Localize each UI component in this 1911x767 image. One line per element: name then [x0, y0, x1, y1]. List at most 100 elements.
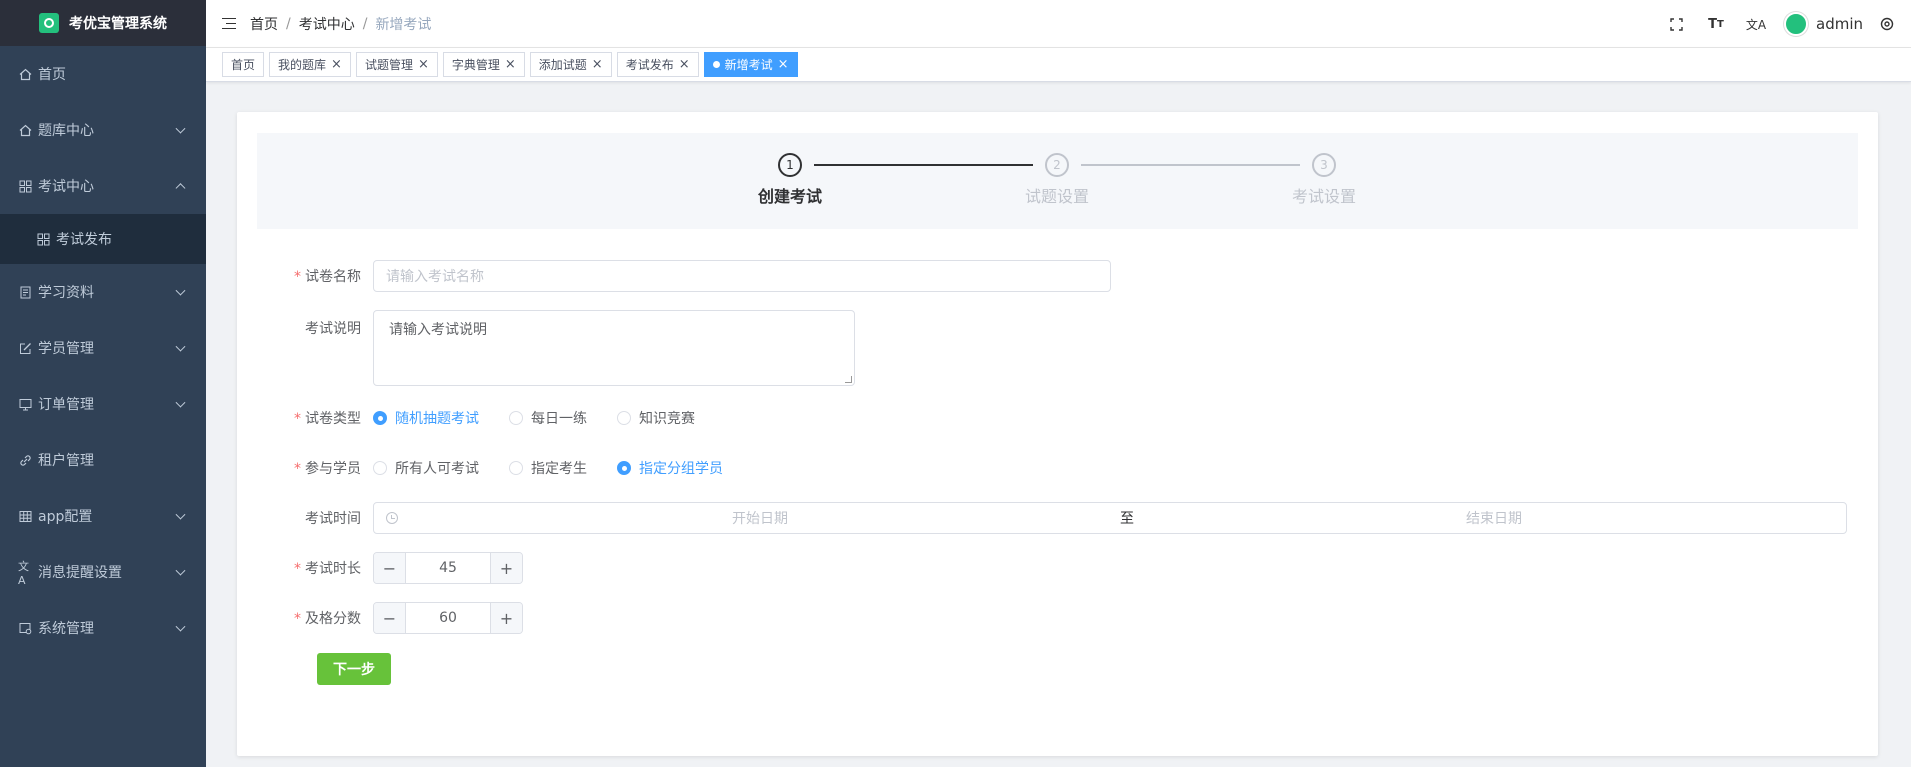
radio-random-exam[interactable]: 随机抽题考试: [373, 408, 479, 428]
close-icon[interactable]: ×: [418, 57, 429, 72]
sidebar-item-student-management[interactable]: 学员管理: [0, 320, 206, 376]
edit-icon: [18, 341, 32, 355]
close-icon[interactable]: ×: [679, 57, 690, 72]
home-icon: [18, 123, 32, 137]
sidebar-item-home[interactable]: 首页: [0, 46, 206, 102]
tag-label: 首页: [231, 58, 256, 72]
radio-label: 指定分组学员: [639, 461, 723, 477]
range-separator: 至: [1120, 511, 1134, 527]
start-date-input[interactable]: 开始日期: [408, 508, 1112, 528]
tag-home[interactable]: 首页: [222, 52, 265, 77]
tag-my-question-bank[interactable]: 我的题库 ×: [269, 52, 351, 77]
sidebar-item-label: 租户管理: [38, 453, 94, 469]
tag-label: 考试发布: [625, 58, 674, 72]
end-date-input[interactable]: 结束日期: [1142, 508, 1846, 528]
chevron-down-icon: [175, 565, 186, 576]
form-row-participants: * 参与学员 所有人可考试 指定考生 指定分组学员: [237, 452, 753, 484]
main-card: 1 创建考试 2 试题设置 3 考试设置 * 试卷名称 请输入考试名称 考试说明 …: [237, 112, 1878, 756]
radio-label: 知识竞赛: [639, 411, 695, 427]
close-icon[interactable]: ×: [592, 57, 603, 72]
sidebar-item-label: 学习资料: [38, 285, 94, 301]
fullscreen-icon[interactable]: [1656, 0, 1696, 48]
close-icon[interactable]: ×: [331, 57, 342, 72]
minus-icon[interactable]: −: [374, 553, 406, 583]
form-row-duration: * 考试时长 − 45 +: [237, 552, 523, 584]
chevron-down-icon: [175, 397, 186, 408]
duration-value[interactable]: 45: [406, 553, 490, 583]
plus-icon[interactable]: +: [490, 603, 522, 633]
breadcrumb-current: 新增考试: [375, 16, 432, 33]
step-create-exam: 1 创建考试: [730, 153, 850, 207]
paper-name-input[interactable]: 请输入考试名称: [373, 260, 1111, 292]
step-exam-settings: 3 考试设置: [1264, 153, 1384, 207]
step-title: 考试设置: [1291, 187, 1356, 206]
username[interactable]: admin: [1816, 15, 1863, 33]
font-size-icon[interactable]: TT: [1696, 0, 1736, 48]
exam-time-range-picker[interactable]: 开始日期 至 结束日期: [373, 502, 1847, 534]
app-logo[interactable]: 考优宝管理系统: [0, 0, 206, 46]
resize-handle-icon[interactable]: [845, 376, 852, 383]
step-line: [1081, 164, 1300, 166]
exam-desc-textarea[interactable]: 请输入考试说明: [373, 310, 855, 386]
sidebar-item-question-bank[interactable]: 题库中心: [0, 102, 206, 158]
breadcrumb-exam-center[interactable]: 考试中心: [299, 14, 355, 34]
sidebar-item-app-config[interactable]: app配置: [0, 488, 206, 544]
form-row-actions: 下一步: [317, 653, 391, 685]
sidebar-item-system-management[interactable]: 系统管理: [0, 600, 206, 656]
tag-question-management[interactable]: 试题管理 ×: [355, 52, 438, 77]
minus-icon[interactable]: −: [374, 603, 406, 633]
translate-icon: 文A: [18, 559, 29, 587]
sidebar-item-tenant-management[interactable]: 租户管理: [0, 432, 206, 488]
chevron-down-icon: [175, 285, 186, 296]
settings-icon[interactable]: [1875, 0, 1899, 48]
sidebar-item-label: 首页: [38, 67, 66, 83]
step-title: 创建考试: [757, 187, 822, 206]
chevron-down-icon: [175, 509, 186, 520]
sidebar-item-label: 系统管理: [38, 621, 94, 637]
tag-exam-publish[interactable]: 考试发布 ×: [616, 52, 699, 77]
breadcrumb: 首页 / 考试中心 / 新增考试: [250, 14, 432, 34]
step-question-settings: 2 试题设置: [997, 153, 1117, 207]
step-number: 1: [778, 153, 802, 177]
chevron-up-icon: [175, 183, 186, 194]
radio-everyone[interactable]: 所有人可考试: [373, 458, 479, 478]
close-icon[interactable]: ×: [505, 57, 516, 72]
sidebar-toggle-icon[interactable]: [222, 17, 236, 30]
next-step-button[interactable]: 下一步: [317, 653, 391, 685]
tag-label: 新增考试: [724, 58, 773, 72]
sidebar-item-exam-publish[interactable]: 考试发布: [0, 214, 206, 264]
pass-score-value[interactable]: 60: [406, 603, 490, 633]
sidebar-item-label: 题库中心: [38, 123, 94, 139]
tag-dictionary-management[interactable]: 字典管理 ×: [442, 52, 525, 77]
sidebar-item-message-settings[interactable]: 文A 消息提醒设置: [0, 544, 206, 600]
step-number: 3: [1312, 153, 1336, 177]
radio-label: 所有人可考试: [395, 461, 479, 477]
sidebar-item-order-management[interactable]: 订单管理: [0, 376, 206, 432]
sidebar-item-study-materials[interactable]: 学习资料: [0, 264, 206, 320]
exam-time-label: 考试时间: [305, 511, 361, 527]
pass-score-label: 及格分数: [305, 611, 361, 627]
radio-knowledge-contest[interactable]: 知识竞赛: [617, 408, 695, 428]
home-icon: [18, 67, 32, 81]
chevron-down-icon: [175, 123, 186, 134]
translate-icon[interactable]: 文A: [1736, 0, 1776, 48]
close-icon[interactable]: ×: [778, 57, 789, 72]
sidebar-item-label: app配置: [38, 509, 93, 525]
tag-new-exam[interactable]: 新增考试 ×: [703, 52, 798, 77]
form-row-exam-desc: 考试说明 请输入考试说明: [237, 310, 855, 386]
plus-icon[interactable]: +: [490, 553, 522, 583]
radio-specified-students[interactable]: 指定考生: [509, 458, 587, 478]
sidebar: 考优宝管理系统 首页 题库中心 考试中心 考试发布 学习资料 学员管理 订单管理…: [0, 0, 206, 767]
table-icon: [18, 509, 32, 523]
breadcrumb-home[interactable]: 首页: [250, 14, 278, 34]
link-icon: [18, 453, 32, 467]
document-icon: [18, 285, 32, 299]
sidebar-item-exam-center[interactable]: 考试中心: [0, 158, 206, 214]
exam-desc-label: 考试说明: [305, 321, 361, 337]
app-title: 考优宝管理系统: [69, 16, 167, 32]
tag-add-question[interactable]: 添加试题 ×: [529, 52, 612, 77]
radio-daily-practice[interactable]: 每日一练: [509, 408, 587, 428]
tags-view: 首页 我的题库 × 试题管理 × 字典管理 × 添加试题 × 考试发布 × 新增考试 ×: [206, 48, 1911, 82]
avatar[interactable]: [1784, 12, 1808, 36]
radio-group-students[interactable]: 指定分组学员: [617, 458, 723, 478]
